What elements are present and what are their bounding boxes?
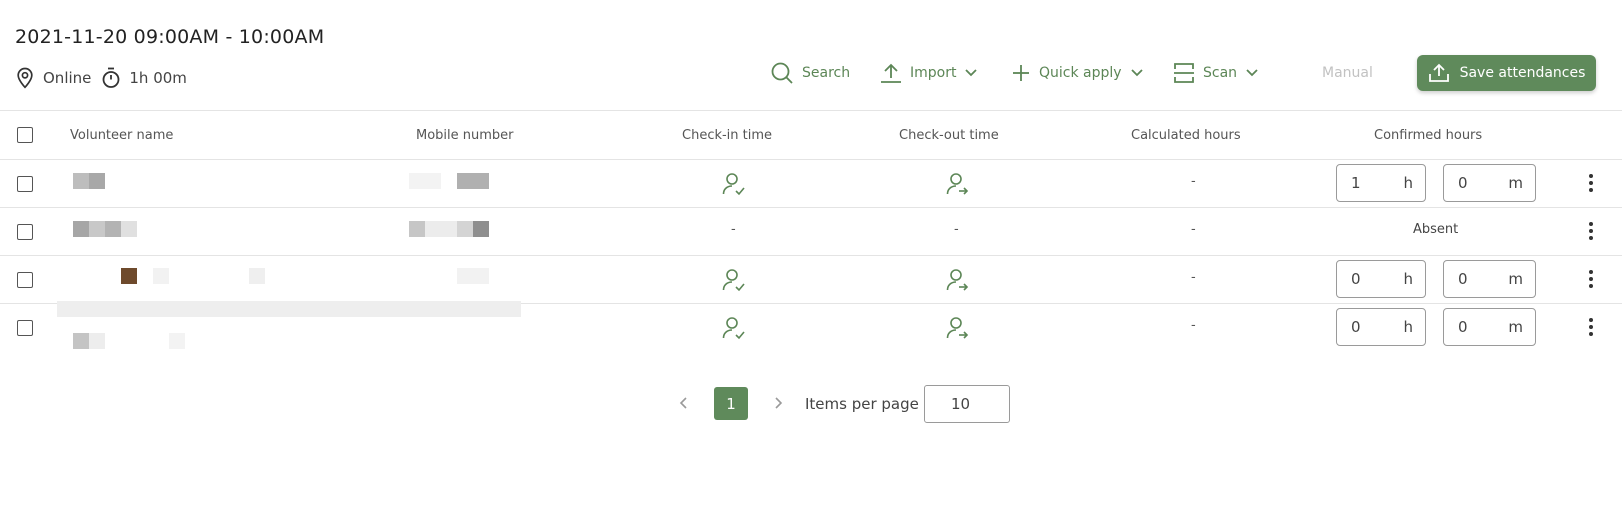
minutes-value: 0 bbox=[1458, 318, 1468, 336]
calculated-hours: - bbox=[1191, 318, 1196, 333]
import-label: Import bbox=[910, 65, 957, 81]
confirmed-hours-input[interactable]: 1 h bbox=[1336, 164, 1426, 202]
scan-icon bbox=[1174, 63, 1194, 83]
page-number-button[interactable]: 1 bbox=[714, 387, 748, 420]
chevron-down-icon bbox=[965, 69, 978, 77]
user-arrow-icon bbox=[946, 317, 969, 339]
row-checkbox[interactable] bbox=[17, 272, 33, 288]
hours-value: 0 bbox=[1351, 270, 1361, 288]
divider bbox=[0, 207, 1622, 208]
minutes-value: 0 bbox=[1458, 270, 1468, 288]
calculated-hours: - bbox=[1191, 270, 1196, 285]
column-header-check-out-time: Check-out time bbox=[899, 128, 999, 143]
check-out-button[interactable] bbox=[946, 268, 970, 296]
hours-value: 1 bbox=[1351, 174, 1361, 192]
confirmed-minutes-input[interactable]: 0 m bbox=[1443, 308, 1536, 346]
check-in-button[interactable] bbox=[722, 316, 746, 344]
confirmed-minutes-input[interactable]: 0 m bbox=[1443, 260, 1536, 298]
column-header-volunteer-name: Volunteer name bbox=[70, 128, 174, 143]
toolbar: Search Import Quick apply Scan Manual bbox=[0, 55, 1622, 91]
minutes-unit: m bbox=[1508, 318, 1523, 336]
hours-value: 0 bbox=[1351, 318, 1361, 336]
check-out-button[interactable] bbox=[946, 316, 970, 344]
items-per-page-value: 10 bbox=[951, 395, 971, 413]
calculated-hours: - bbox=[1191, 174, 1196, 189]
status-absent: Absent bbox=[1413, 222, 1459, 237]
user-arrow-icon bbox=[946, 269, 969, 291]
kebab-icon bbox=[1589, 318, 1593, 322]
upload-icon bbox=[881, 63, 901, 83]
user-arrow-icon bbox=[946, 173, 969, 195]
divider bbox=[0, 159, 1622, 160]
search-button[interactable]: Search bbox=[770, 55, 850, 91]
save-attendances-button[interactable]: Save attendances bbox=[1417, 55, 1596, 91]
row-menu-button[interactable] bbox=[1588, 270, 1594, 290]
search-label: Search bbox=[802, 65, 851, 81]
chevron-down-icon bbox=[1246, 69, 1258, 77]
kebab-icon bbox=[1589, 270, 1593, 274]
confirmed-minutes-input[interactable]: 0 m bbox=[1443, 164, 1536, 202]
search-icon bbox=[771, 62, 793, 84]
plus-icon bbox=[1013, 65, 1029, 81]
minutes-value: 0 bbox=[1458, 174, 1468, 192]
hours-unit: h bbox=[1403, 270, 1413, 288]
hours-unit: h bbox=[1403, 174, 1413, 192]
calculated-hours: - bbox=[1191, 222, 1196, 237]
items-per-page-input[interactable]: 10 bbox=[924, 385, 1010, 423]
check-out-time: - bbox=[954, 222, 959, 237]
manual-button[interactable]: Manual bbox=[1322, 55, 1373, 91]
select-all-checkbox[interactable] bbox=[17, 127, 33, 143]
chevron-left-icon bbox=[679, 397, 687, 409]
user-check-icon bbox=[722, 269, 745, 292]
row-checkbox[interactable] bbox=[17, 320, 33, 336]
chevron-down-icon bbox=[1130, 69, 1143, 77]
check-in-button[interactable] bbox=[722, 172, 746, 200]
user-check-icon bbox=[722, 173, 745, 196]
page-title: 2021-11-20 09:00AM - 10:00AM bbox=[15, 26, 325, 48]
save-attendances-label: Save attendances bbox=[1459, 65, 1586, 81]
row-menu-button[interactable] bbox=[1588, 318, 1594, 338]
minutes-unit: m bbox=[1508, 270, 1523, 288]
quick-apply-button[interactable]: Quick apply bbox=[1011, 55, 1144, 91]
row-checkbox[interactable] bbox=[17, 176, 33, 192]
kebab-icon bbox=[1589, 174, 1593, 178]
row-menu-button[interactable] bbox=[1588, 174, 1594, 194]
scan-label: Scan bbox=[1203, 65, 1238, 81]
confirmed-hours-input[interactable]: 0 h bbox=[1336, 308, 1426, 346]
upload-icon bbox=[1428, 63, 1449, 82]
column-header-check-in-time: Check-in time bbox=[682, 128, 773, 143]
check-out-button[interactable] bbox=[946, 172, 970, 200]
column-header-mobile-number: Mobile number bbox=[416, 128, 514, 143]
quick-apply-label: Quick apply bbox=[1039, 65, 1122, 81]
prev-page-button[interactable] bbox=[668, 387, 700, 419]
kebab-icon bbox=[1589, 222, 1593, 226]
row-menu-button[interactable] bbox=[1588, 222, 1594, 242]
chevron-right-icon bbox=[775, 397, 783, 409]
manual-label: Manual bbox=[1322, 65, 1373, 81]
check-in-time: - bbox=[731, 222, 736, 237]
check-in-button[interactable] bbox=[722, 268, 746, 296]
items-per-page-label: Items per page bbox=[805, 395, 919, 413]
column-header-calculated-hours: Calculated hours bbox=[1131, 128, 1241, 143]
scan-button[interactable]: Scan bbox=[1173, 55, 1259, 91]
row-checkbox[interactable] bbox=[17, 224, 33, 240]
minutes-unit: m bbox=[1508, 174, 1523, 192]
column-header-confirmed-hours: Confirmed hours bbox=[1374, 128, 1483, 143]
divider bbox=[0, 110, 1622, 111]
next-page-button[interactable] bbox=[762, 387, 794, 419]
hours-unit: h bbox=[1403, 318, 1413, 336]
confirmed-hours-input[interactable]: 0 h bbox=[1336, 260, 1426, 298]
user-check-icon bbox=[722, 317, 745, 340]
divider bbox=[0, 255, 1622, 256]
import-button[interactable]: Import bbox=[880, 55, 978, 91]
